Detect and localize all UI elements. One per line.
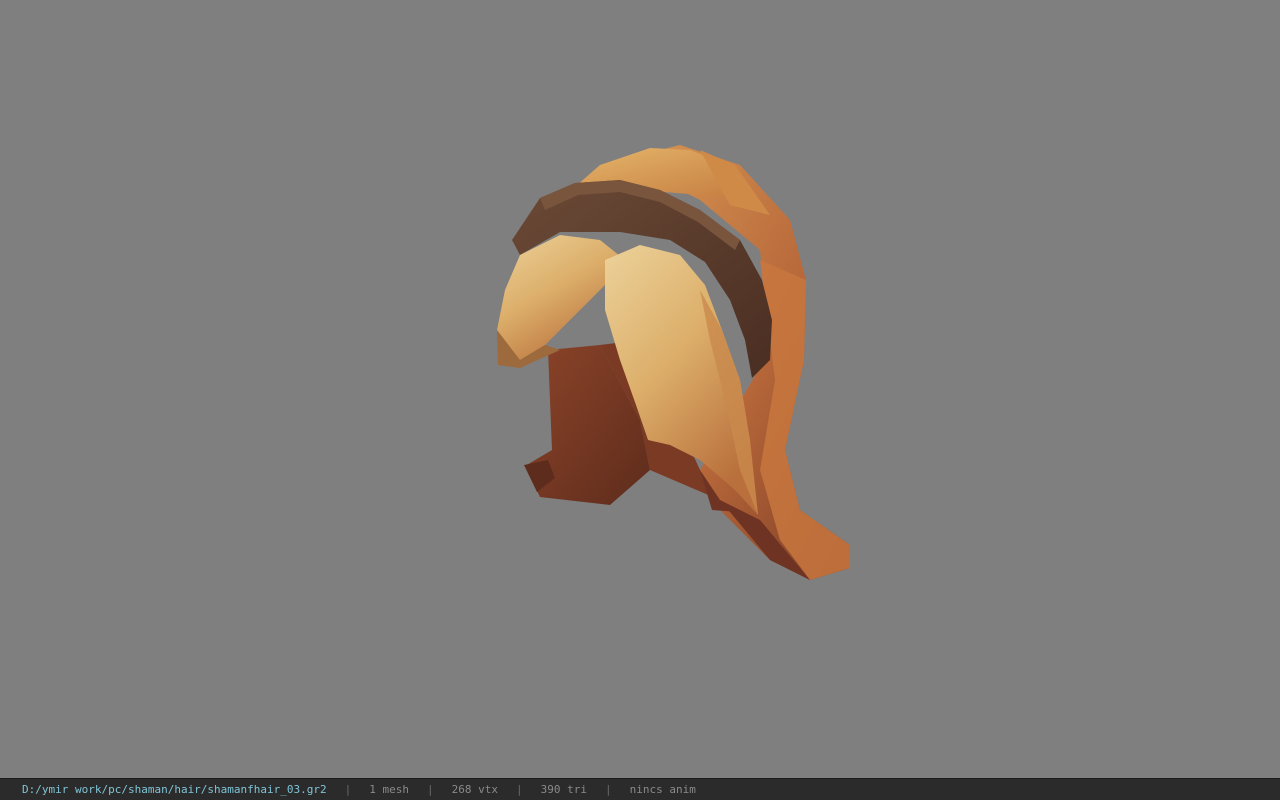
hair-model-render[interactable] xyxy=(0,0,1280,778)
mesh-count: 1 mesh xyxy=(369,783,410,796)
triangle-count: 390 tri xyxy=(540,783,587,796)
3d-viewport[interactable] xyxy=(0,0,1280,778)
separator: | xyxy=(604,783,612,796)
vertex-count: 268 vtx xyxy=(451,783,498,796)
separator: | xyxy=(427,783,434,796)
animation-status: nincs anim xyxy=(629,783,696,796)
separator: | xyxy=(344,783,352,796)
separator: | xyxy=(516,783,523,796)
status-bar: D:/ymir work/pc/shaman/hair/shamanfhair_… xyxy=(0,778,1280,800)
file-path: D:/ymir work/pc/shaman/hair/shamanfhair_… xyxy=(22,783,327,796)
